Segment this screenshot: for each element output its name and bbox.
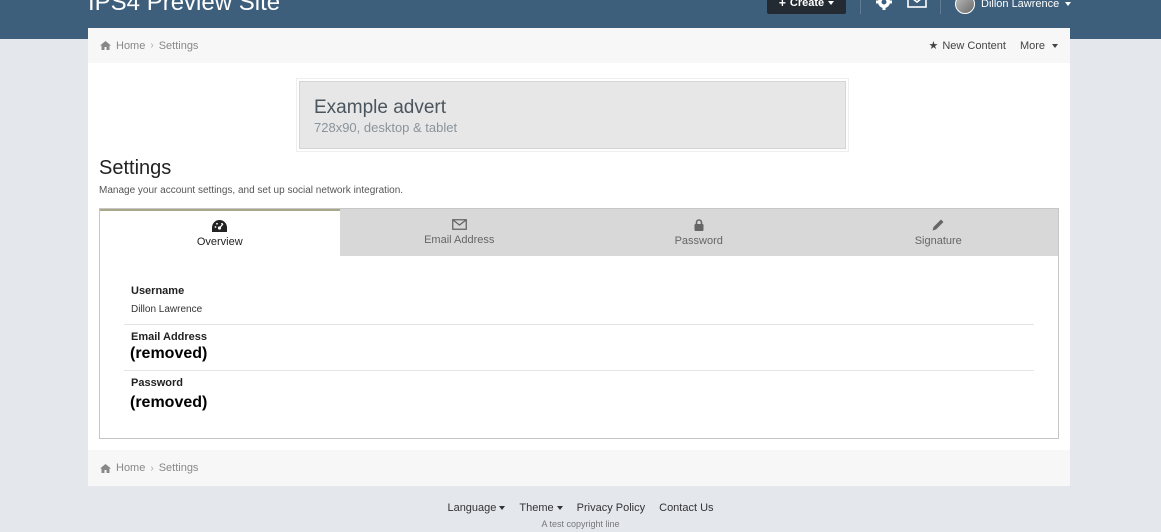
settings-box: Overview Email Address Password Signatur… xyxy=(99,208,1059,439)
email-field: Email Address (removed) xyxy=(124,325,1034,371)
email-value: (removed) xyxy=(130,345,208,362)
language-label: Language xyxy=(447,502,497,514)
password-value: (removed) xyxy=(130,394,208,411)
tab-email-address-label: Email Address xyxy=(424,234,495,246)
more-label: More xyxy=(1019,39,1045,52)
breadcrumb-current[interactable]: Settings xyxy=(159,462,199,474)
user-menu[interactable]: Dillon Lawrence xyxy=(955,0,1072,14)
breadcrumb-current[interactable]: Settings xyxy=(159,40,199,52)
advert-title: Example advert xyxy=(314,97,447,118)
more-menu[interactable]: More xyxy=(1020,40,1058,52)
theme-label: Theme xyxy=(519,502,554,514)
star-icon: ★ xyxy=(928,40,939,52)
tab-overview[interactable]: Overview xyxy=(100,209,340,257)
username-value: Dillon Lawrence xyxy=(131,304,203,315)
create-button[interactable]: + Create xyxy=(767,0,846,14)
settings-tabs: Overview Email Address Password Signatur… xyxy=(100,209,1059,257)
password-field: Password (removed) xyxy=(124,371,1034,417)
username-label: Username xyxy=(131,285,185,297)
chevron-right-icon: › xyxy=(150,462,154,474)
footer-links: Language Theme Privacy Policy Contact Us xyxy=(0,502,1161,514)
breadcrumb-home[interactable]: Home xyxy=(100,462,145,474)
breadcrumb-bottom: Home › Settings xyxy=(88,450,1070,486)
page-description: Manage your account settings, and set up… xyxy=(99,185,404,196)
notifications-gear-icon[interactable] xyxy=(874,0,894,15)
tab-overview-label: Overview xyxy=(196,236,243,248)
breadcrumb-home[interactable]: Home xyxy=(100,40,145,52)
home-icon xyxy=(100,41,111,50)
tab-password-label: Password xyxy=(674,234,723,247)
avatar xyxy=(955,0,975,14)
privacy-policy-link[interactable]: Privacy Policy xyxy=(577,502,645,514)
chevron-down-icon xyxy=(499,506,506,510)
messages-envelope-icon[interactable] xyxy=(907,0,927,13)
lock-icon xyxy=(694,218,704,231)
new-content-link[interactable]: ★ New Content xyxy=(928,39,1006,53)
envelope-icon xyxy=(451,219,467,230)
chevron-down-icon xyxy=(1065,2,1072,6)
theme-menu[interactable]: Theme xyxy=(519,502,563,514)
chevron-down-icon xyxy=(556,506,563,510)
header-divider xyxy=(860,0,861,14)
contact-us-link[interactable]: Contact Us xyxy=(659,502,713,514)
username-field: Username Dillon Lawrence xyxy=(124,279,1034,325)
chevron-down-icon xyxy=(1052,43,1058,48)
advert-subtitle: 728x90, desktop & tablet xyxy=(314,120,458,135)
main-content: Home › Settings ★ New Content More Examp… xyxy=(88,28,1070,486)
tab-email-address[interactable]: Email Address xyxy=(340,209,580,256)
user-name: Dillon Lawrence xyxy=(981,0,1060,10)
header-divider xyxy=(940,0,941,14)
copyright-text: A test copyright line xyxy=(541,519,620,529)
tab-signature-label: Signature xyxy=(914,234,962,247)
tab-password[interactable]: Password xyxy=(579,209,819,256)
advert-banner[interactable]: Example advert 728x90, desktop & tablet xyxy=(296,78,849,152)
page-title: Settings xyxy=(99,157,172,179)
plus-icon: + xyxy=(778,0,786,10)
overview-panel: Username Dillon Lawrence Email Address (… xyxy=(124,279,1034,417)
language-menu[interactable]: Language xyxy=(447,502,506,514)
dashboard-icon xyxy=(212,220,228,232)
site-title[interactable]: IPS4 Preview Site xyxy=(88,0,280,17)
tab-signature[interactable]: Signature xyxy=(819,209,1059,256)
create-button-label: Create xyxy=(789,0,825,9)
new-content-label: New Content xyxy=(942,39,1006,52)
pencil-icon xyxy=(932,219,944,230)
breadcrumb-home-label: Home xyxy=(116,462,146,474)
breadcrumb: Home › Settings ★ New Content More xyxy=(88,28,1070,63)
chevron-down-icon xyxy=(828,1,835,5)
home-icon xyxy=(100,463,111,473)
email-label: Email Address xyxy=(131,331,208,343)
chevron-right-icon: › xyxy=(150,40,154,51)
breadcrumb-home-label: Home xyxy=(116,39,146,52)
password-label: Password xyxy=(131,377,183,389)
